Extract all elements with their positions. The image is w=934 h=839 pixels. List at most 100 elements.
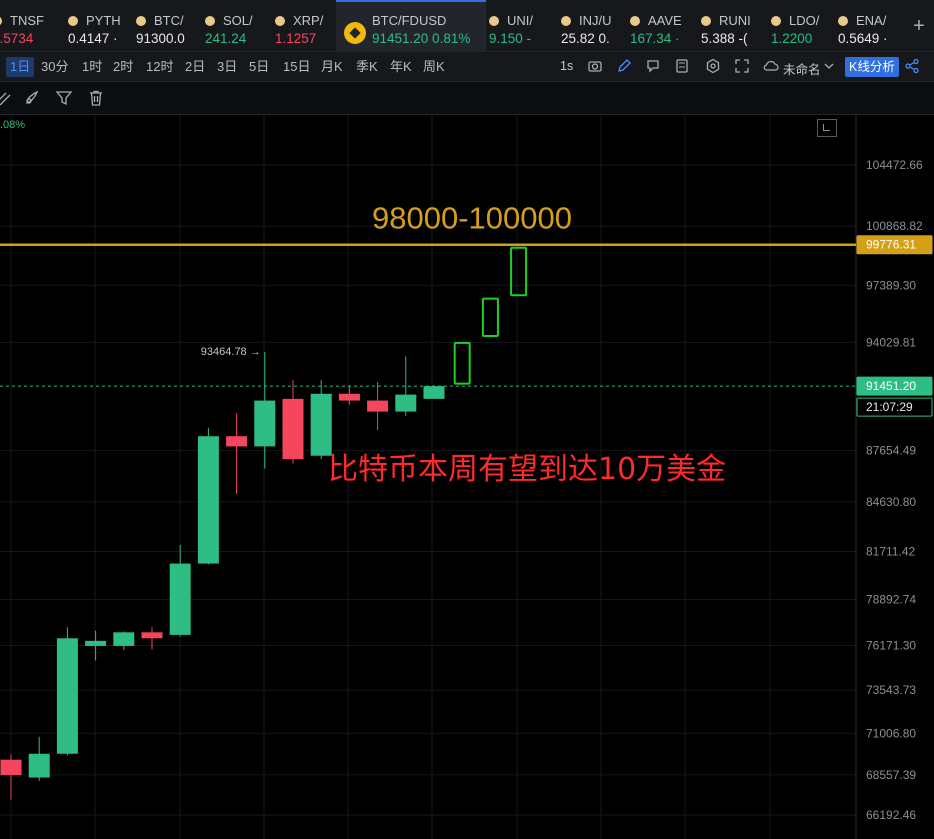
ticker-tab[interactable]: BTC/91300.0 <box>136 0 203 52</box>
ticker-symbol: PYTH <box>68 13 134 31</box>
ticker-tab[interactable]: PYTH 0.4147 · <box>68 0 134 52</box>
fullscreen-icon[interactable] <box>733 58 751 76</box>
timeframe-1[interactable]: 30分 <box>41 57 68 77</box>
candle-body <box>0 759 22 775</box>
timeframe-9[interactable]: 月K <box>321 57 343 77</box>
price-axis-label: 100868.82 <box>866 219 923 233</box>
candle-body <box>197 436 219 564</box>
timeframe-11[interactable]: 年K <box>390 57 412 77</box>
candle-body <box>395 394 417 412</box>
layout-name-dropdown[interactable]: 未命名 <box>783 59 821 78</box>
timeframe-4[interactable]: 12时 <box>146 57 173 77</box>
bnb-icon <box>344 22 366 44</box>
timeframe-12[interactable]: 周K <box>423 57 445 77</box>
timeframe-8[interactable]: 15日 <box>283 57 310 77</box>
gear-icon[interactable] <box>704 58 722 76</box>
camera-icon[interactable] <box>586 58 604 76</box>
ticker-tab[interactable]: AAVE 167.34 · <box>630 0 699 52</box>
ticker-symbol: ENA/ <box>838 13 902 31</box>
ticker-tab[interactable]: BTC/FDUSD 91451.20 0.81% <box>336 0 486 52</box>
ticker-symbol: INJ/U <box>561 13 628 31</box>
candle-body <box>28 753 50 778</box>
coin-icon <box>771 16 781 26</box>
calculator-icon[interactable] <box>673 58 691 76</box>
ticker-price: 25.82 0. <box>561 31 610 46</box>
ticker-symbol: RUNI <box>701 13 769 31</box>
ticker-tab[interactable]: TNSF0.5734 <box>0 0 62 52</box>
ticker-symbol: SOL/ <box>205 13 273 31</box>
ticker-tab[interactable]: SOL/241.24 <box>205 0 273 52</box>
candle-body <box>56 638 78 754</box>
filter-icon[interactable] <box>55 89 73 107</box>
candle-body <box>169 563 191 635</box>
cloud-icon[interactable] <box>762 58 780 76</box>
ticker-bar: + TNSF0.5734PYTH0.4147 ·BTC/91300.0SOL/2… <box>0 0 934 52</box>
peak-price-label: 93464.78 → <box>201 346 261 358</box>
coin-icon <box>275 16 285 26</box>
candle-body <box>310 393 332 456</box>
timeframe-6[interactable]: 3日 <box>217 57 237 77</box>
projection-candle <box>481 297 499 338</box>
candle-body <box>141 632 163 639</box>
pencil-icon[interactable] <box>615 58 633 76</box>
ticker-tab[interactable]: RUNI 5.388 -( <box>701 0 769 52</box>
timeframe-3[interactable]: 2时 <box>113 57 133 77</box>
alert-icon[interactable] <box>644 58 662 76</box>
ticker-symbol: XRP/ <box>275 13 334 31</box>
ticker-symbol: AAVE <box>630 13 699 31</box>
kline-analysis-button[interactable]: K线分析 <box>845 57 899 77</box>
ticker-price: 0.5734 <box>0 31 34 46</box>
drawing-toolbar <box>0 82 934 115</box>
candlestick-chart[interactable]: 104472.66 100868.82 97389.30 94029.81 87654.… <box>0 115 934 839</box>
expand-chart-icon[interactable] <box>817 119 837 137</box>
price-axis-label: 76171.30 <box>866 639 916 653</box>
chart-toolbar: 1s 未命名 K线分析 1日 30分 1时 2时 12时 2日 3日 5日 15日 月K 季K 年K 周… <box>0 52 934 82</box>
price-axis-label: 66192.46 <box>866 808 916 822</box>
ticker-tab[interactable]: XRP/1.1257 <box>275 0 334 52</box>
ticker-symbol: LDO/ <box>771 13 836 31</box>
trash-icon[interactable] <box>87 89 105 107</box>
brush-icon[interactable] <box>23 89 41 107</box>
price-axis-label: 78892.74 <box>866 592 916 606</box>
coin-icon <box>489 16 499 26</box>
price-axis-label: 94029.81 <box>866 335 916 349</box>
change-percent: .08% <box>0 119 26 131</box>
share-icon[interactable] <box>903 58 921 76</box>
timeframe-0[interactable]: 1日 <box>6 57 35 77</box>
level-price-tag: 99776.31 <box>866 238 916 252</box>
ticker-tab[interactable]: LDO/1.2200 <box>771 0 836 52</box>
coin-icon <box>838 16 848 26</box>
timeframe-5[interactable]: 2日 <box>185 57 205 77</box>
candle-body <box>85 640 107 646</box>
timeframe-2[interactable]: 1时 <box>82 57 102 77</box>
chevron-down-icon[interactable] <box>820 58 838 76</box>
ticker-tab[interactable]: INJ/U 25.82 0. <box>561 0 628 52</box>
interval-toggle[interactable]: 1s <box>560 59 573 73</box>
ticker-price: 9.150 - <box>489 31 532 46</box>
price-axis-label: 97389.30 <box>866 278 916 292</box>
projection-candle <box>510 246 528 297</box>
price-axis-label: 68557.39 <box>866 768 916 782</box>
ticker-symbol: BTC/FDUSD <box>372 13 447 28</box>
price-axis-label: 87654.49 <box>866 444 916 458</box>
timeframe-10[interactable]: 季K <box>356 57 378 77</box>
ticker-price: 0.4147 · <box>68 31 118 46</box>
ticker-tab[interactable]: ENA/0.5649 · <box>838 0 902 52</box>
price-axis-label: 81711.42 <box>866 544 915 558</box>
timeframe-7[interactable]: 5日 <box>249 57 269 77</box>
candle-body <box>226 436 248 447</box>
ticker-price: 1.2200 <box>771 31 813 46</box>
coin-icon <box>68 16 78 26</box>
ticker-symbol: BTC/ <box>136 13 203 31</box>
current-price-tag: 91451.20 <box>866 379 916 393</box>
magnet-icon[interactable] <box>0 89 12 107</box>
caption-annotation: 比特币本周有望到达10万美金 <box>328 452 726 487</box>
price-axis-label: 73543.73 <box>866 683 916 697</box>
projection-candle <box>453 341 471 385</box>
price-axis-label: 84630.80 <box>866 495 916 509</box>
ticker-tab[interactable]: UNI/9.150 - <box>489 0 559 52</box>
add-tab-button[interactable]: + <box>904 0 934 52</box>
candle-body <box>367 400 389 412</box>
chart-canvas[interactable]: 104472.66 100868.82 97389.30 94029.81 87654.… <box>0 115 934 839</box>
coin-icon <box>136 16 146 26</box>
